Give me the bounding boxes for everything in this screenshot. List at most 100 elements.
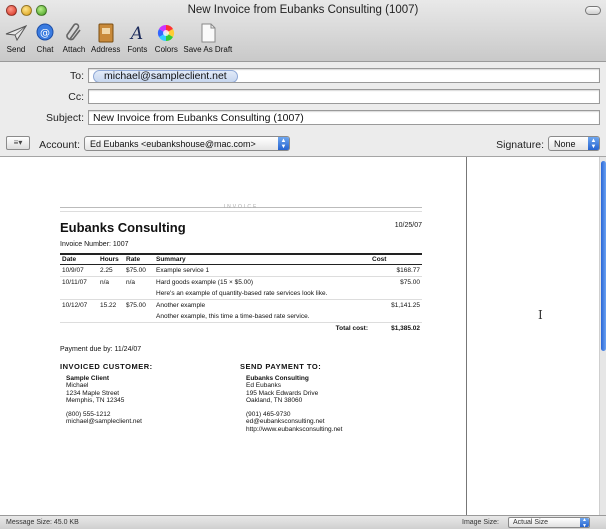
window-title: New Invoice from Eubanks Consulting (100…	[187, 4, 419, 16]
send-button[interactable]: Send	[4, 22, 28, 62]
column-header-rate: Rate	[124, 253, 154, 265]
payee-phone: (901) 465-9730	[246, 410, 291, 418]
cell-cost	[370, 288, 422, 300]
paper-plane-icon	[4, 22, 28, 44]
cc-label: Cc:	[68, 91, 84, 103]
account-select-value: Ed Eubanks <eubankshouse@mac.com>	[90, 139, 256, 149]
paperclip-icon	[62, 22, 86, 44]
table-row: 10/12/07 15.22 $75.00 Another example $1…	[60, 299, 422, 311]
cell-date	[60, 288, 98, 300]
cell-summary: Example service 1	[154, 264, 370, 277]
total-value: $1,385.02	[370, 322, 422, 334]
cell-hours	[98, 288, 124, 300]
column-header-hours: Hours	[98, 253, 124, 265]
cell-summary: Another example	[154, 299, 370, 311]
status-bar: Message Size: 45.0 KB Image Size: Actual…	[0, 515, 606, 529]
payee-website: http://www.eubanksconsulting.net	[246, 425, 343, 433]
save-as-draft-button[interactable]: Save As Draft	[183, 22, 232, 62]
invoice-document: INVOICE Eubanks Consulting 10/25/07 Invo…	[60, 204, 422, 433]
colors-button[interactable]: Colors	[154, 22, 178, 62]
message-size: Message Size: 45.0 KB	[6, 519, 79, 526]
cell-cost: $1,141.25	[370, 299, 422, 311]
customer-email: michael@sampleclient.net	[66, 418, 142, 425]
cc-field[interactable]	[88, 89, 600, 104]
cell-rate: $75.00	[124, 264, 154, 277]
toolbar-toggle-button[interactable]	[585, 6, 601, 15]
customer-city: Memphis, TN 12345	[66, 397, 125, 404]
signature-select-value: None	[554, 139, 576, 149]
select-arrows-icon: ▲ ▼	[580, 517, 589, 529]
cell-rate	[124, 311, 154, 323]
to-label: To:	[69, 70, 84, 82]
total-label: Total cost:	[60, 322, 370, 334]
signature-select[interactable]: None ▲ ▼	[548, 136, 600, 151]
message-body[interactable]: INVOICE Eubanks Consulting 10/25/07 Invo…	[0, 157, 606, 515]
cell-cost: $168.77	[370, 264, 422, 277]
toolbar: Send @ Chat Attach Address A Fonts Color…	[4, 22, 237, 62]
image-size-label: Image Size:	[462, 519, 499, 526]
payee-email: ed@eubanksconsulting.net	[246, 418, 325, 425]
payment-due: Payment due by: 11/24/07	[60, 346, 142, 353]
send-payment-block: SEND PAYMENT TO: Eubanks Consulting Ed E…	[240, 363, 420, 433]
attach-button[interactable]: Attach	[62, 22, 86, 62]
cell-rate: $75.00	[124, 299, 154, 311]
payee-contact: Ed Eubanks	[246, 382, 282, 389]
window-titlebar: New Invoice from Eubanks Consulting (100…	[0, 0, 606, 62]
cell-summary: Hard goods example (15 × $5.00)	[154, 276, 370, 288]
payee-city: Oakland, TN 38060	[246, 397, 303, 404]
signature-label: Signature:	[496, 139, 544, 151]
vertical-scrollbar[interactable]	[599, 157, 606, 515]
message-header-fields: To: michael@sampleclient.net Cc: Subject…	[0, 62, 606, 157]
cell-date: 10/9/07	[60, 264, 98, 277]
total-row: Total cost: $1,385.02	[60, 322, 422, 334]
cell-hours: 2.25	[98, 264, 124, 277]
chat-button[interactable]: @ Chat	[33, 22, 57, 62]
account-label: Account:	[39, 139, 80, 151]
column-header-summary: Summary	[154, 253, 370, 265]
to-field[interactable]: michael@sampleclient.net	[88, 68, 600, 83]
column-header-date: Date	[60, 253, 98, 265]
color-wheel-icon	[154, 22, 178, 44]
send-payment-heading: SEND PAYMENT TO:	[240, 362, 322, 371]
header-options-button[interactable]: ≡▾	[6, 136, 30, 150]
cell-hours	[98, 311, 124, 323]
table-row: Another example, this time a time-based …	[60, 311, 422, 323]
cell-date: 10/12/07	[60, 299, 98, 311]
cell-date: 10/11/07	[60, 276, 98, 288]
image-size-value: Actual Size	[513, 519, 549, 526]
recipient-token[interactable]: michael@sampleclient.net	[93, 70, 238, 82]
scrollbar-thumb[interactable]	[601, 161, 606, 351]
invoice-date: 10/25/07	[394, 222, 422, 229]
customer-street: 1234 Maple Street	[66, 389, 120, 397]
subject-label: Subject:	[46, 112, 84, 124]
subject-field[interactable]: New Invoice from Eubanks Consulting (100…	[88, 110, 600, 125]
address-button[interactable]: Address	[91, 22, 120, 62]
select-arrows-icon: ▲ ▼	[278, 137, 289, 150]
chat-bubble-icon: @	[33, 22, 57, 44]
invoice-banner: INVOICE	[60, 204, 422, 212]
page-boundary-line	[466, 157, 467, 515]
cell-summary: Another example, this time a time-based …	[156, 313, 310, 320]
cell-hours: n/a	[98, 276, 124, 288]
fonts-button[interactable]: A Fonts	[125, 22, 149, 62]
image-size-select[interactable]: Actual Size ▲ ▼	[508, 517, 590, 529]
invoiced-customer-heading: INVOICED CUSTOMER:	[60, 362, 153, 371]
account-select[interactable]: Ed Eubanks <eubankshouse@mac.com> ▲ ▼	[84, 136, 290, 151]
invoice-company-name: Eubanks Consulting	[60, 220, 186, 235]
select-arrows-icon: ▲ ▼	[588, 137, 599, 150]
payee-street: 195 Mack Edwards Drive	[246, 389, 319, 397]
invoice-number: Invoice Number: 1007	[60, 241, 129, 248]
cell-hours: 15.22	[98, 299, 124, 311]
payee-name: Eubanks Consulting	[246, 374, 309, 382]
customer-contact: Michael	[66, 382, 89, 389]
draft-document-icon	[196, 22, 220, 44]
invoice-banner-text: INVOICE	[223, 204, 259, 210]
cell-date	[60, 311, 98, 323]
cell-cost	[370, 311, 422, 323]
svg-text:@: @	[40, 28, 50, 39]
text-cursor-icon: I	[538, 308, 543, 322]
table-row: 10/9/07 2.25 $75.00 Example service 1 $1…	[60, 264, 422, 277]
font-a-icon: A	[125, 22, 149, 44]
customer-name: Sample Client	[66, 374, 109, 382]
cell-summary: Here's an example of quantity-based rate…	[156, 290, 328, 297]
